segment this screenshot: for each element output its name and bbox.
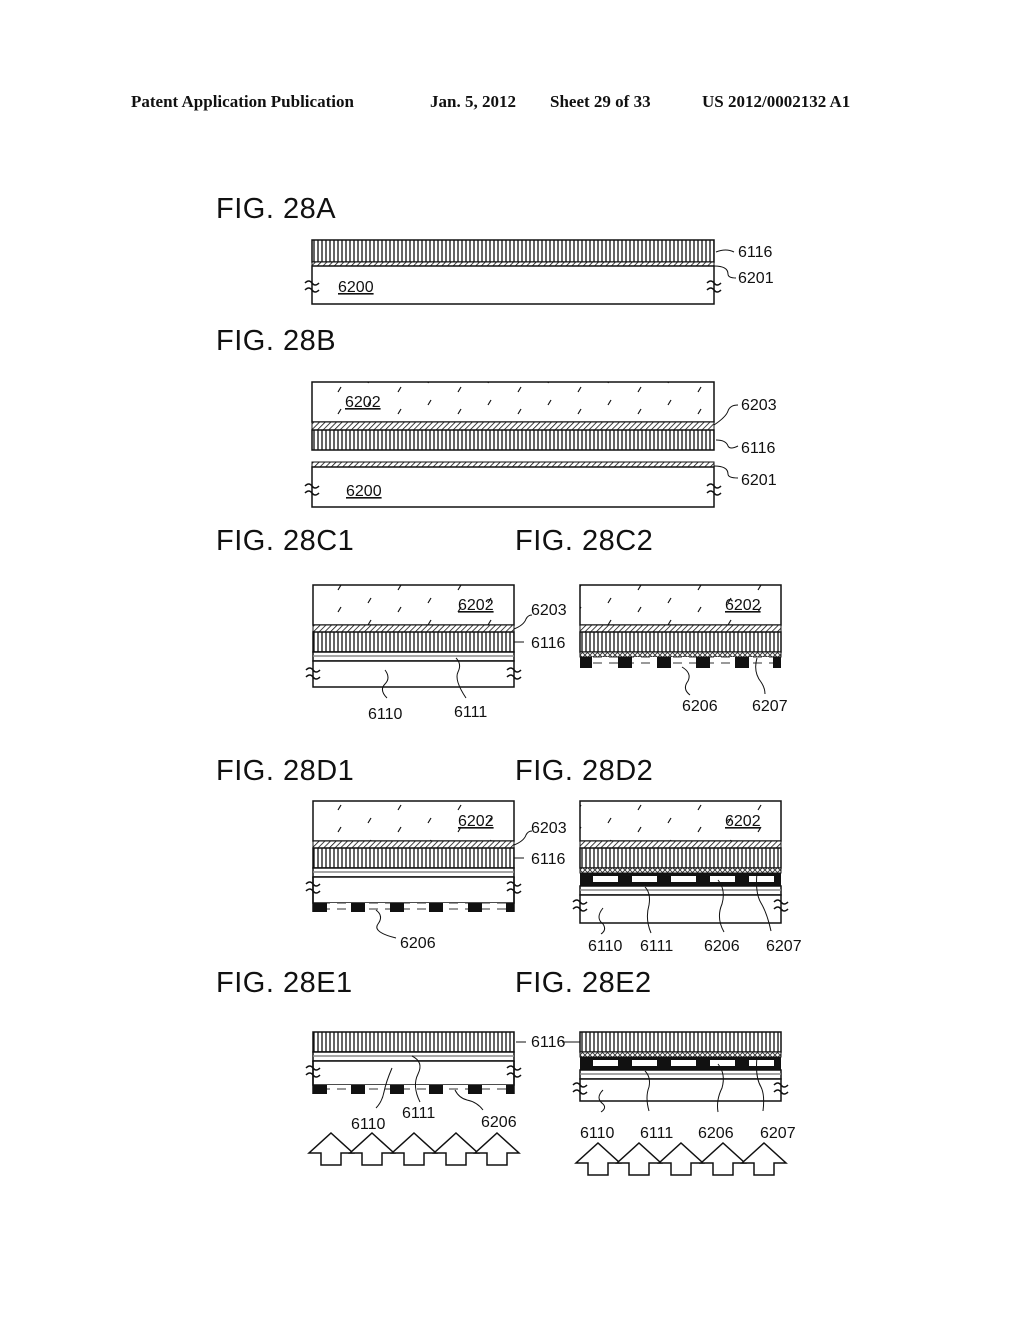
substrate-6110 [312, 876, 515, 904]
ref-6111: 6111 [402, 1105, 435, 1122]
layer-6207 [579, 1051, 782, 1058]
fig-28c1-drawing: 6202 6203 6116 6110 6111 [305, 584, 567, 723]
layer-6116 [311, 239, 715, 263]
layer-6203 [579, 624, 782, 633]
up-arrow-icon [658, 1142, 704, 1176]
up-arrow-icon [700, 1142, 746, 1176]
fig-28c2-drawing: 6202 6206 6207 [579, 584, 788, 715]
ref-6111: 6111 [640, 938, 673, 955]
ref-6207: 6207 [752, 698, 788, 715]
ref-6203: 6203 [741, 397, 777, 414]
ref-6116: 6116 [531, 635, 566, 652]
ref-6116: 6116 [531, 851, 566, 868]
layer-6207 [579, 651, 782, 658]
layer-6116 [312, 631, 515, 653]
ref-6202: 6202 [725, 813, 761, 830]
ref-6206: 6206 [682, 698, 718, 715]
figure-drawings: 6200 6116 6201 6202 6200 6203 6116 6201 … [304, 239, 802, 1176]
substrate-6110 [312, 1060, 515, 1086]
up-arrow-icon [575, 1142, 621, 1176]
layer-6203 [579, 840, 782, 849]
ref-6110: 6110 [588, 938, 623, 955]
fig-28a-drawing: 6200 6116 6201 [304, 239, 774, 305]
ref-6206: 6206 [481, 1114, 517, 1131]
substrate-6110 [579, 894, 782, 924]
ref-6110: 6110 [351, 1116, 386, 1133]
layer-6206 [580, 657, 781, 668]
fig-28d2-drawing: 6202 6110 6111 6206 6207 [572, 800, 802, 955]
layer-6116 [579, 631, 782, 653]
ref-6203: 6203 [531, 820, 567, 837]
layer-6203 [312, 840, 515, 849]
layer-6203 [311, 421, 715, 431]
ref-6111: 6111 [454, 704, 487, 721]
ref-6202: 6202 [345, 394, 381, 411]
up-arrow-icon [433, 1132, 479, 1166]
layer-6116 [579, 1031, 782, 1053]
light-arrows-e1 [308, 1132, 520, 1166]
ref-6116: 6116 [738, 244, 773, 261]
ref-6203: 6203 [531, 602, 567, 619]
layer-6116 [312, 847, 515, 869]
ref-6200: 6200 [338, 279, 374, 296]
ref-6206: 6206 [400, 935, 436, 952]
layer-6203 [312, 624, 515, 633]
substrate-6110 [312, 660, 515, 688]
ref-6207: 6207 [766, 938, 802, 955]
ref-6110: 6110 [580, 1125, 615, 1142]
ref-6116: 6116 [531, 1034, 566, 1051]
up-arrow-icon [616, 1142, 662, 1176]
layer-6207 [579, 867, 782, 874]
up-arrow-icon [349, 1132, 395, 1166]
ref-6206: 6206 [698, 1125, 734, 1142]
substrate-6110 [579, 1078, 782, 1102]
up-arrow-icon [308, 1132, 354, 1166]
ref-6110: 6110 [368, 706, 403, 723]
fig-28d1-drawing: 6202 6203 6116 6206 [305, 800, 567, 952]
ref-6202: 6202 [458, 597, 494, 614]
light-arrows-e2 [575, 1142, 787, 1176]
ref-6207: 6207 [760, 1125, 796, 1142]
fig-28b-drawing: 6202 6200 6203 6116 6201 [304, 381, 777, 508]
fig-28e1-drawing: 6116 6110 6111 6206 [305, 1031, 566, 1166]
ref-6201: 6201 [738, 270, 774, 287]
ref-6201: 6201 [741, 472, 777, 489]
layer-6206 [313, 1085, 514, 1094]
ref-6200: 6200 [346, 483, 382, 500]
ref-6111: 6111 [640, 1125, 673, 1142]
up-arrow-icon [474, 1132, 520, 1166]
ref-6202: 6202 [458, 813, 494, 830]
up-arrow-icon [391, 1132, 437, 1166]
layer-6116 [579, 847, 782, 869]
ref-6202: 6202 [725, 597, 761, 614]
up-arrow-icon [741, 1142, 787, 1176]
layer-6116 [312, 1031, 515, 1053]
ref-6206: 6206 [704, 938, 740, 955]
layer-6116 [311, 429, 715, 451]
fig-28e2-drawing: 6110 6111 6206 6207 [562, 1031, 796, 1176]
layer-6206 [313, 903, 514, 912]
ref-6116: 6116 [741, 440, 776, 457]
